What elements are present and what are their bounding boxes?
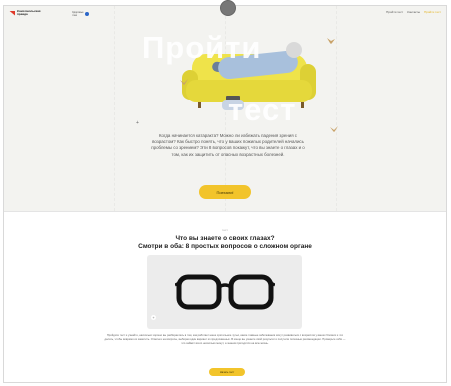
section-divider	[4, 211, 446, 212]
scroll-handle[interactable]	[220, 0, 236, 16]
quiz-description: Пройдите тест и узнайте, насколько хорош…	[104, 334, 346, 345]
quiz-title-line1: Что вы знаете о своих глазах?	[175, 235, 275, 242]
glasses-image	[175, 274, 275, 310]
start-quiz-button[interactable]: Поехали!	[199, 185, 251, 199]
hero-description: Когда начинается катаракта? Можно ли изб…	[151, 133, 305, 157]
section-overline: тест	[222, 228, 228, 232]
nav-link[interactable]: Пройти тест	[386, 10, 403, 14]
partner-globe-icon	[85, 12, 89, 16]
logo-text: Комсомольская правда	[17, 9, 41, 16]
partner-logo[interactable]: Здоровье глаз	[72, 11, 89, 17]
top-nav: Пройти тест Контакты Пройти тест	[386, 10, 441, 14]
bird-icon	[330, 126, 338, 132]
card-plus-icon: +	[151, 315, 156, 320]
glasses-image-card: +	[147, 255, 302, 329]
grid-line	[114, 6, 115, 211]
hero-title: Пройти тест	[142, 32, 297, 127]
nav-link-take-test[interactable]: Пройти тест	[424, 10, 441, 14]
hero-title-line2: тест	[228, 92, 297, 127]
plus-icon: +	[136, 120, 139, 126]
bird-icon	[327, 38, 335, 44]
quiz-title: Что вы знаете о своих глазах? Смотри в о…	[4, 235, 446, 251]
grid-line	[336, 6, 337, 211]
begin-test-button[interactable]: Начать тест	[209, 368, 245, 376]
hero-section: Комсомольская правда Здоровье глаз Пройт…	[4, 6, 446, 211]
quiz-title-line2: Смотри в оба: 8 простых вопросов о сложн…	[138, 243, 312, 250]
bird-icon	[180, 79, 188, 85]
hero-title-line1: Пройти	[142, 30, 262, 65]
site-logo[interactable]: Комсомольская правда	[9, 10, 51, 16]
nav-link-contacts[interactable]: Контакты	[407, 10, 420, 14]
partner-text: Здоровье глаз	[72, 11, 84, 17]
browser-viewport: Комсомольская правда Здоровье глаз Пройт…	[3, 5, 447, 383]
logo-mark-icon	[9, 10, 15, 16]
